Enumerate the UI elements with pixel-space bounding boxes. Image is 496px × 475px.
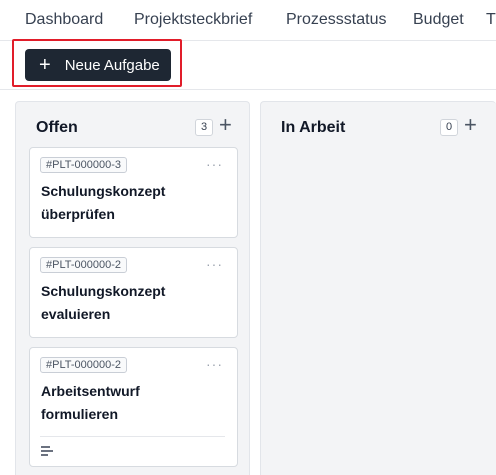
task-id-badge: #PLT-000000-2 xyxy=(40,357,128,373)
tab-prozessstatus[interactable]: Prozessstatus xyxy=(286,11,386,29)
column-in-arbeit: In Arbeit 0 + xyxy=(260,101,496,475)
column-count-badge: 0 xyxy=(440,119,458,136)
column-count-badge: 3 xyxy=(195,119,213,136)
tab-budget[interactable]: Budget xyxy=(413,11,464,29)
column-title: In Arbeit xyxy=(281,119,346,136)
column-title: Offen xyxy=(36,119,78,136)
task-card[interactable]: #PLT-000000-2 ··· Schulungskonzept evalu… xyxy=(29,247,238,338)
task-card[interactable]: #PLT-000000-3 ··· Schulungskonzept überp… xyxy=(29,147,238,238)
tab-truncated[interactable]: T xyxy=(486,11,496,29)
project-tabs: Dashboard Projektsteckbrief Prozessstatu… xyxy=(0,0,496,41)
tab-dashboard[interactable]: Dashboard xyxy=(25,11,103,29)
toolbar-divider xyxy=(0,89,496,90)
task-card[interactable]: #PLT-000000-2 ··· Arbeitsentwurf formuli… xyxy=(29,347,238,467)
plus-icon: + xyxy=(39,54,51,76)
more-options-icon[interactable]: ··· xyxy=(206,357,223,371)
task-title: Schulungskonzept überprüfen xyxy=(41,183,166,222)
tab-projektsteckbrief[interactable]: Projektsteckbrief xyxy=(134,11,252,29)
more-options-icon[interactable]: ··· xyxy=(206,157,223,171)
new-task-button[interactable]: + Neue Aufgabe xyxy=(25,49,171,81)
kanban-board-page: Dashboard Projektsteckbrief Prozessstatu… xyxy=(0,0,496,475)
add-card-icon[interactable]: + xyxy=(219,114,232,136)
description-icon xyxy=(41,446,53,456)
card-divider xyxy=(40,436,225,437)
task-id-badge: #PLT-000000-2 xyxy=(40,257,128,273)
task-title: Arbeitsentwurf formulieren xyxy=(41,383,140,422)
task-title: Schulungskonzept evaluieren xyxy=(41,283,166,322)
more-options-icon[interactable]: ··· xyxy=(206,257,223,271)
add-card-icon[interactable]: + xyxy=(464,114,477,136)
column-offen: Offen 3 + #PLT-000000-3 ··· Schulungskon… xyxy=(15,101,250,475)
new-task-label: Neue Aufgabe xyxy=(64,56,160,74)
task-id-badge: #PLT-000000-3 xyxy=(40,157,128,173)
